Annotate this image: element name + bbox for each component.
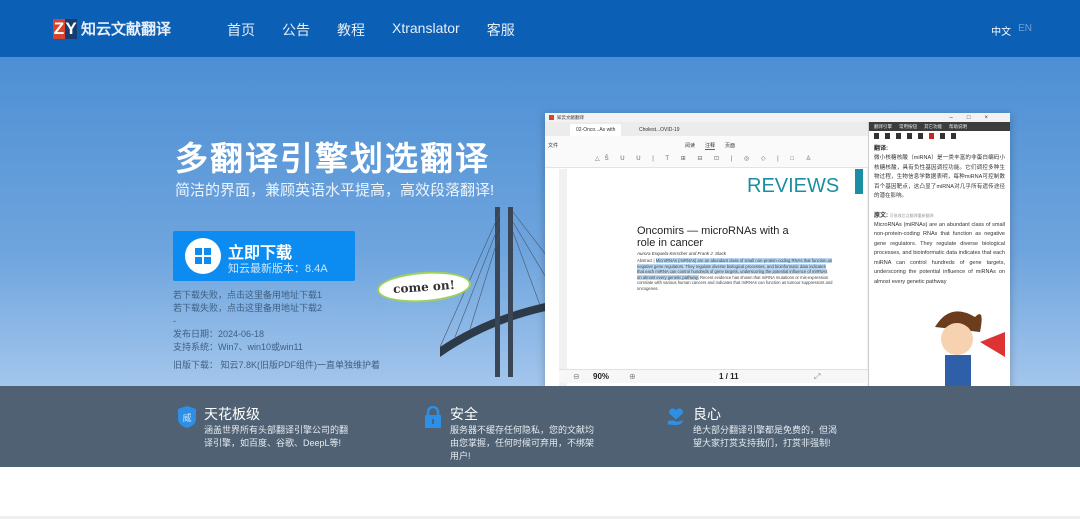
logo-text: 知云文献翻译 xyxy=(81,21,172,38)
doc-tab-1: 02-Onco...As with xyxy=(570,124,622,136)
reviews-bar xyxy=(855,169,863,194)
panel-menu: 翻译引擎 常用按钮 其它功能 帮助说明 xyxy=(869,122,1010,131)
download-info: 若下载失败，点击这里备用地址下载1 若下载失败，点击这里备用地址下载2 - 发布… xyxy=(173,289,380,372)
source-text: MicroRNAs (miRNAs) are an abundant class… xyxy=(874,221,1005,285)
heart-hand-icon xyxy=(667,408,684,426)
supported-systems: 支持系统：Win7、win10或win11 xyxy=(173,342,303,352)
alt-download-link-2[interactable]: 若下载失败，点击这里备用地址下载2 xyxy=(173,302,380,315)
doc-tabs: 02-Onco...As with Cholest...OVID-19 xyxy=(545,122,868,136)
fit-icon[interactable]: ⤢ xyxy=(814,370,820,383)
translation-heading: 翻译: xyxy=(874,146,888,152)
features-band: 威 天花板级 涵盖世界所有头部翻译引擎公司的翻译引擎，如百度、谷歌、DeepL等… xyxy=(0,386,1080,467)
article-authors: Aurora Esquela-Kerscher and Frank J. Sla… xyxy=(637,251,727,256)
feature-title: 天花板级 xyxy=(204,406,260,422)
zoom-out-icon[interactable]: ⊖ xyxy=(573,370,580,383)
mode-page: 页面 xyxy=(725,143,736,149)
logo[interactable]: ZY 知云文献翻译 xyxy=(53,18,171,39)
panel-menu-engines: 翻译引擎 xyxy=(874,124,892,129)
download-version: 知云最新版本：8.4A xyxy=(228,263,328,275)
header: ZY 知云文献翻译 首页 公告 教程 Xtranslator 客服 中文 EN xyxy=(0,0,1080,59)
mode-annotate: 注释 xyxy=(705,143,716,150)
mode-read: 阅读 xyxy=(685,143,696,149)
lock-icon xyxy=(425,406,441,428)
mascot-illustration xyxy=(935,311,1005,386)
nav-support[interactable]: 客服 xyxy=(487,20,515,57)
pdf-page: REVIEWS Oncomirs — microRNAs with a role… xyxy=(567,169,867,386)
release-date: 发布日期：2024-06-18 xyxy=(173,329,265,339)
svg-text:威: 威 xyxy=(182,412,191,423)
app-titlebar: 知云文献翻译 –□× xyxy=(545,113,1010,122)
panel-menu-help: 帮助说明 xyxy=(949,124,967,129)
zoom-level[interactable]: 90% xyxy=(593,370,609,383)
panel-menu-buttons: 常用按钮 xyxy=(899,124,917,129)
nav-home[interactable]: 首页 xyxy=(227,20,255,59)
hero-title: 多翻译引擎划选翻译 xyxy=(175,140,490,177)
file-menu: 文件 xyxy=(548,143,559,149)
shield-icon: 威 xyxy=(178,406,196,428)
source-label: 原文: xyxy=(874,212,888,219)
feature-desc: 服务器不缓存任何隐私，您的文献均由您掌握，任何时候可弃用，不绑架用户! xyxy=(450,425,595,461)
language-switch: 中文 EN xyxy=(991,23,1032,38)
download-button[interactable]: 立即下载 知云最新版本：8.4A xyxy=(173,231,355,281)
feature-title: 安全 xyxy=(450,406,478,422)
feature-desc: 涵盖世界所有头部翻译引擎公司的翻译引擎，如百度、谷歌、DeepL等! xyxy=(204,425,349,448)
separator: - xyxy=(173,316,176,326)
lang-en[interactable]: EN xyxy=(1018,23,1032,38)
old-version-link[interactable]: 旧版下载： 知云7.8K(旧版PDF组件)一直单独维护着 xyxy=(173,359,380,372)
source-hint: 可修改后点翻译重新翻译 xyxy=(889,212,934,218)
article-abstract: Abstract | MicroRNAs (miRNAs) are an abu… xyxy=(637,258,833,291)
panel-icons xyxy=(869,131,1010,141)
zoom-in-icon[interactable]: ⊕ xyxy=(629,370,636,383)
feature-title: 良心 xyxy=(693,406,721,422)
logo-z: Z xyxy=(53,18,65,39)
source-heading: 原文: 可修改后点翻译重新翻译 xyxy=(874,210,1005,219)
nav-xtranslator[interactable]: Xtranslator xyxy=(392,20,460,57)
windows-icon xyxy=(185,238,221,274)
hero: 多翻译引擎划选翻译 简洁的界面，兼顾英语水平提高，高效段落翻译! 立即下载 知云… xyxy=(0,57,1080,386)
logo-mark: ZY xyxy=(53,18,77,39)
abstract-label: Abstract | xyxy=(637,258,655,263)
doc-toolbar: 文件 阅读 注释 页面 △Ŝ U U | T ⊞ ⊟ ⊡ | ◎ ◇ | □ ♙ xyxy=(545,136,868,168)
page-indicator[interactable]: 1 / 11 xyxy=(719,370,739,383)
nav-tutorials[interactable]: 教程 xyxy=(337,20,365,57)
logo-y: Y xyxy=(65,18,77,39)
alt-download-link-1[interactable]: 若下载失败，点击这里备用地址下载1 xyxy=(173,289,380,302)
nav-announcements[interactable]: 公告 xyxy=(282,20,310,57)
panel-menu-other: 其它功能 xyxy=(924,124,942,129)
app-title: 知云文献翻译 xyxy=(557,114,584,120)
main-nav: 首页 公告 教程 Xtranslator 客服 xyxy=(227,20,542,59)
pdf-statusbar: ⊖ 90% ⊕ 1 / 11 ⤢ xyxy=(559,369,868,383)
translation-text: 微小核糖核酸（miRNA）是一类丰富的非蛋白编码小核糖核酸，具有负性基因调控功能… xyxy=(874,155,1005,199)
reviews-heading: REVIEWS xyxy=(747,175,840,197)
pdf-viewer: REVIEWS Oncomirs — microRNAs with a role… xyxy=(559,169,868,386)
doc-tab-2: Cholest...OVID-19 xyxy=(639,127,680,133)
lang-zh[interactable]: 中文 xyxy=(991,23,1011,38)
feature-desc: 绝大部分翻译引擎都是免费的，但渴望大家打赏支持我们，打赏非强制! xyxy=(693,425,838,448)
article-title: Oncomirs — microRNAs with a role in canc… xyxy=(637,225,789,249)
